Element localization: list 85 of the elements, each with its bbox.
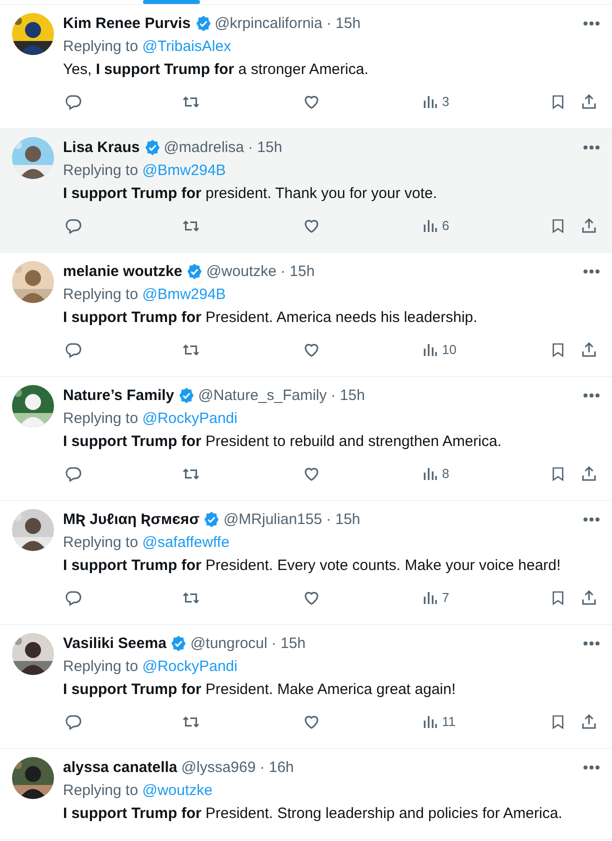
bookmark-icon[interactable] bbox=[550, 341, 566, 359]
heart-icon[interactable] bbox=[302, 589, 321, 607]
display-name[interactable]: melanie woutzke bbox=[63, 260, 182, 283]
bar-chart-icon bbox=[422, 342, 438, 358]
reply-icon[interactable] bbox=[64, 589, 82, 607]
post-text: I support Trump for President. Make America great again! bbox=[63, 680, 457, 700]
more-options-icon[interactable] bbox=[583, 765, 600, 770]
post-text: I support Trump for President. America needs his leadership. bbox=[63, 308, 478, 328]
more-options-icon[interactable] bbox=[583, 269, 600, 274]
reply-post[interactable]: Lisa Kraus @madrelisa · 15h Replying to @Bmw294B I support Trump for president. Thank you for your vote. 6 bbox=[0, 129, 612, 253]
reply-icon[interactable] bbox=[64, 341, 82, 359]
bookmark-icon[interactable] bbox=[550, 93, 566, 111]
display-name[interactable]: Lisa Kraus bbox=[63, 136, 140, 159]
bookmark-icon[interactable] bbox=[550, 713, 566, 731]
heart-icon[interactable] bbox=[302, 465, 321, 483]
share-icon[interactable] bbox=[580, 217, 598, 235]
views-count-button[interactable]: 11 bbox=[422, 712, 456, 732]
bar-chart-icon bbox=[422, 94, 438, 110]
display-name[interactable]: Kim Renee Purvis bbox=[63, 12, 191, 35]
reply-post[interactable]: MƦ Jυℓιαη Ʀσмєяσ @MRjulian155 · 15h Replying to @safaffewffe I support Trump for President. Every vote counts. Make your voice heard! 7 bbox=[0, 501, 612, 625]
heart-icon[interactable] bbox=[302, 217, 321, 235]
post-time[interactable]: · 15h bbox=[326, 12, 361, 35]
more-options-icon[interactable] bbox=[583, 393, 600, 398]
display-name[interactable]: Vasiliki Seema bbox=[63, 632, 166, 655]
more-options-icon[interactable] bbox=[583, 21, 600, 26]
post-text: Yes, I support Trump for a stronger America. bbox=[63, 60, 370, 80]
post-text: I support Trump for President to rebuild and strengthen America. bbox=[63, 432, 503, 452]
replying-label: Replying to bbox=[63, 782, 138, 799]
post-text: I support Trump for president. Thank you for your vote. bbox=[63, 184, 438, 204]
display-name[interactable]: Nature’s Family bbox=[63, 384, 174, 407]
handle[interactable]: @MRjulian155 bbox=[223, 508, 322, 531]
display-name[interactable]: alyssa canatella bbox=[63, 756, 178, 779]
heart-icon[interactable] bbox=[302, 93, 321, 111]
post-time[interactable]: · 15h bbox=[280, 260, 315, 283]
reply-post[interactable]: Vasiliki Seema @tungrocul · 15h Replying to @RockyPandi I support Trump for President. Make America great again! 11 bbox=[0, 625, 612, 749]
views-count-button[interactable]: 3 bbox=[422, 92, 450, 112]
replying-label: Replying to bbox=[63, 162, 138, 179]
handle[interactable]: @lyssa969 bbox=[181, 756, 256, 779]
reply-icon[interactable] bbox=[64, 93, 82, 111]
post-text: I support Trump for President. Every vote counts. Make your voice heard! bbox=[63, 556, 562, 576]
reply-post[interactable]: melanie woutzke @woutzke · 15h Replying to @Bmw294B I support Trump for President. America needs his leadership. 10 bbox=[0, 253, 612, 377]
handle[interactable]: @Nature_s_Family bbox=[198, 384, 327, 407]
replying-label: Replying to bbox=[63, 534, 138, 551]
reply-icon[interactable] bbox=[64, 713, 82, 731]
post-time[interactable]: · 15h bbox=[248, 136, 282, 159]
display-name[interactable]: MƦ Jυℓιαη Ʀσмєяσ bbox=[63, 508, 200, 531]
post-time[interactable]: · 15h bbox=[330, 384, 365, 407]
reply-icon[interactable] bbox=[64, 465, 82, 483]
post-time[interactable]: · 16h bbox=[260, 756, 294, 779]
bar-chart-icon bbox=[422, 218, 438, 234]
bookmark-icon[interactable] bbox=[550, 589, 566, 607]
more-options-icon[interactable] bbox=[583, 641, 600, 646]
post-time[interactable]: · 15h bbox=[271, 632, 306, 655]
share-icon[interactable] bbox=[580, 589, 598, 607]
reply-post[interactable]: Nature’s Family @Nature_s_Family · 15h Replying to @RockyPandi I support Trump for President to rebuild and strengthen America. 8 bbox=[0, 377, 612, 501]
share-icon[interactable] bbox=[580, 465, 598, 483]
bar-chart-icon bbox=[422, 714, 438, 730]
replying-label: Replying to bbox=[63, 38, 138, 55]
more-options-icon[interactable] bbox=[583, 145, 600, 150]
bar-chart-icon bbox=[422, 590, 438, 606]
replying-label: Replying to bbox=[63, 658, 138, 675]
handle[interactable]: @krpincalifornia bbox=[214, 12, 322, 35]
handle[interactable]: @madrelisa bbox=[164, 136, 244, 159]
replying-label: Replying to bbox=[63, 286, 138, 303]
handle[interactable]: @woutzke bbox=[206, 260, 276, 283]
bar-chart-icon bbox=[422, 466, 438, 482]
views-count-button[interactable]: 6 bbox=[422, 216, 450, 236]
bookmark-icon[interactable] bbox=[550, 217, 566, 235]
share-icon[interactable] bbox=[580, 93, 598, 111]
active-tab-indicator bbox=[143, 0, 200, 4]
reply-icon[interactable] bbox=[64, 217, 82, 235]
post-time[interactable]: · 15h bbox=[326, 508, 360, 531]
more-options-icon[interactable] bbox=[583, 517, 600, 522]
share-icon[interactable] bbox=[580, 713, 598, 731]
post-text: I support Trump for President. Strong leadership and policies for America. bbox=[63, 804, 564, 824]
views-count-button[interactable]: 8 bbox=[422, 464, 450, 484]
heart-icon[interactable] bbox=[302, 713, 321, 731]
views-count-button[interactable]: 7 bbox=[422, 588, 450, 608]
bookmark-icon[interactable] bbox=[550, 465, 566, 483]
replying-label: Replying to bbox=[63, 410, 138, 427]
share-icon[interactable] bbox=[580, 341, 598, 359]
handle[interactable]: @tungrocul bbox=[190, 632, 268, 655]
heart-icon[interactable] bbox=[302, 341, 321, 359]
views-count-button[interactable]: 10 bbox=[422, 340, 456, 360]
reply-post[interactable]: alyssa canatella @lyssa969 · 16h Replying to @woutzke I support Trump for President. Strong leadership and policies for America. bbox=[0, 749, 612, 840]
